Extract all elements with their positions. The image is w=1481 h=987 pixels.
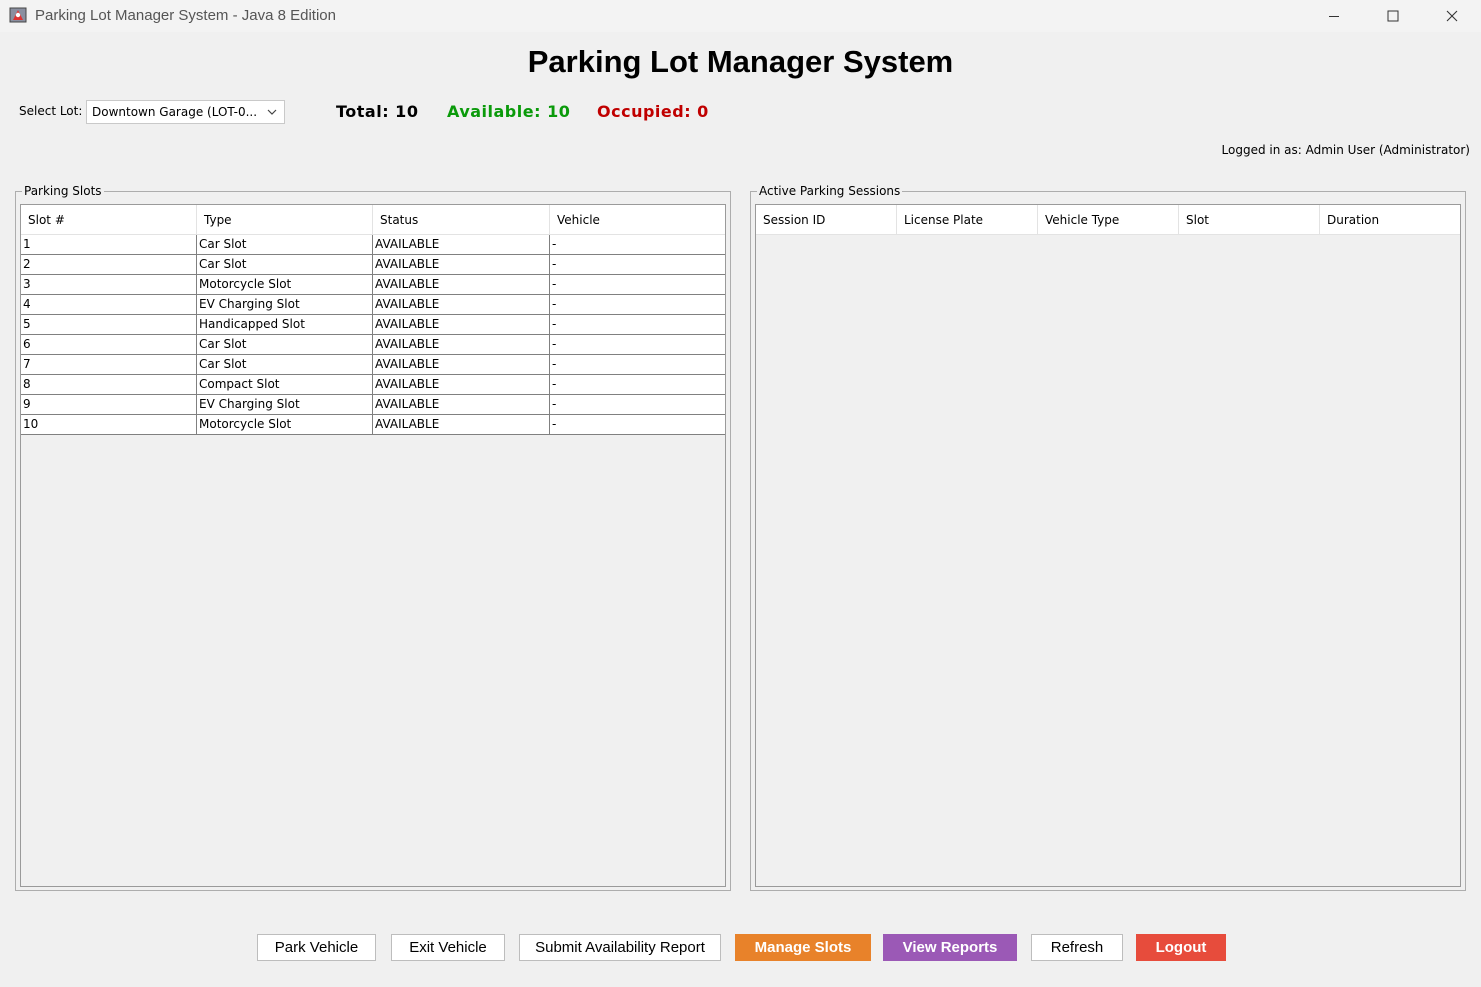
logged-in-user: Logged in as: Admin User (Administrator) (1221, 143, 1470, 157)
manage-slots-button[interactable]: Manage Slots (735, 934, 871, 961)
table-cell: 2 (21, 255, 197, 274)
column-header[interactable]: License Plate (897, 205, 1038, 235)
table-cell: - (550, 295, 725, 314)
table-cell: - (550, 335, 725, 354)
table-cell: - (550, 395, 725, 414)
column-header[interactable]: Slot # (21, 205, 197, 235)
minimize-button[interactable] (1305, 0, 1363, 32)
table-cell: - (550, 415, 725, 434)
table-row[interactable]: 5 Handicapped Slot AVAILABLE - (21, 315, 725, 335)
table-row[interactable]: 3 Motorcycle Slot AVAILABLE - (21, 275, 725, 295)
refresh-button[interactable]: Refresh (1031, 934, 1123, 961)
minimize-icon (1329, 16, 1339, 17)
available-count: Available: 10 (447, 102, 571, 121)
table-cell: EV Charging Slot (197, 395, 373, 414)
table-row[interactable]: 10 Motorcycle Slot AVAILABLE - (21, 415, 725, 435)
table-cell: Motorcycle Slot (197, 275, 373, 294)
table-cell: - (550, 375, 725, 394)
maximize-icon (1387, 10, 1399, 22)
active-sessions-title: Active Parking Sessions (757, 183, 903, 199)
table-cell: AVAILABLE (373, 355, 550, 374)
table-body: 1 Car Slot AVAILABLE -2 Car Slot AVAILABLE -3 M… (21, 235, 725, 435)
close-button[interactable] (1423, 0, 1481, 32)
column-header[interactable]: Status (373, 205, 550, 235)
parking-slots-table[interactable]: Slot # Type Status Vehicle 1 Car Slot AVAI… (20, 204, 726, 887)
table-cell: AVAILABLE (373, 415, 550, 434)
table-cell: Handicapped Slot (197, 315, 373, 334)
column-header[interactable]: Duration (1320, 205, 1460, 235)
table-cell: Car Slot (197, 235, 373, 254)
table-row[interactable]: 7 Car Slot AVAILABLE - (21, 355, 725, 375)
table-cell: - (550, 315, 725, 334)
table-cell: 9 (21, 395, 197, 414)
column-header[interactable]: Session ID (756, 205, 897, 235)
exit-vehicle-button[interactable]: Exit Vehicle (391, 934, 505, 961)
chevron-down-icon (266, 106, 278, 118)
table-cell: Compact Slot (197, 375, 373, 394)
table-cell: AVAILABLE (373, 395, 550, 414)
logout-button[interactable]: Logout (1136, 934, 1226, 961)
table-cell: Car Slot (197, 355, 373, 374)
table-cell: - (550, 235, 725, 254)
column-header[interactable]: Type (197, 205, 373, 235)
parking-slots-panel: Parking Slots Slot # Type Status Vehicle… (15, 183, 731, 891)
table-cell: 7 (21, 355, 197, 374)
table-cell: Motorcycle Slot (197, 415, 373, 434)
table-row[interactable]: 8 Compact Slot AVAILABLE - (21, 375, 725, 395)
table-cell: Car Slot (197, 335, 373, 354)
maximize-button[interactable] (1364, 0, 1422, 32)
table-cell: AVAILABLE (373, 375, 550, 394)
occupied-count: Occupied: 0 (597, 102, 709, 121)
table-cell: AVAILABLE (373, 295, 550, 314)
close-icon (1446, 10, 1458, 22)
active-sessions-panel: Active Parking Sessions Session ID Licen… (750, 183, 1466, 891)
table-cell: 6 (21, 335, 197, 354)
table-cell: - (550, 275, 725, 294)
table-cell: 10 (21, 415, 197, 434)
table-row[interactable]: 9 EV Charging Slot AVAILABLE - (21, 395, 725, 415)
window-title: Parking Lot Manager System - Java 8 Edit… (35, 7, 336, 24)
table-cell: Car Slot (197, 255, 373, 274)
table-cell: 5 (21, 315, 197, 334)
select-lot-label: Select Lot: (19, 104, 83, 118)
table-cell: AVAILABLE (373, 275, 550, 294)
table-row[interactable]: 6 Car Slot AVAILABLE - (21, 335, 725, 355)
submit-availability-report-button[interactable]: Submit Availability Report (519, 934, 721, 961)
lot-select-value: Downtown Garage (LOT-0... (92, 105, 258, 119)
table-cell: 1 (21, 235, 197, 254)
park-vehicle-button[interactable]: Park Vehicle (257, 934, 376, 961)
table-cell: 8 (21, 375, 197, 394)
lot-select-dropdown[interactable]: Downtown Garage (LOT-0... (86, 100, 285, 124)
column-header[interactable]: Vehicle Type (1038, 205, 1179, 235)
table-cell: AVAILABLE (373, 255, 550, 274)
table-cell: - (550, 255, 725, 274)
page-title: Parking Lot Manager System (527, 44, 954, 79)
column-header[interactable]: Slot (1179, 205, 1320, 235)
table-cell: EV Charging Slot (197, 295, 373, 314)
table-row[interactable]: 2 Car Slot AVAILABLE - (21, 255, 725, 275)
table-cell: AVAILABLE (373, 235, 550, 254)
table-header: Slot # Type Status Vehicle (21, 205, 725, 235)
column-header[interactable]: Vehicle (550, 205, 725, 235)
table-cell: AVAILABLE (373, 315, 550, 334)
table-row[interactable]: 4 EV Charging Slot AVAILABLE - (21, 295, 725, 315)
view-reports-button[interactable]: View Reports (883, 934, 1017, 961)
table-row[interactable]: 1 Car Slot AVAILABLE - (21, 235, 725, 255)
table-header: Session ID License Plate Vehicle Type Sl… (756, 205, 1460, 235)
parking-slots-title: Parking Slots (22, 183, 104, 199)
table-cell: 4 (21, 295, 197, 314)
table-cell: AVAILABLE (373, 335, 550, 354)
window-titlebar: Parking Lot Manager System - Java 8 Edit… (0, 0, 1481, 32)
total-count: Total: 10 (336, 102, 419, 121)
java-app-icon (9, 6, 29, 24)
table-cell: - (550, 355, 725, 374)
active-sessions-table[interactable]: Session ID License Plate Vehicle Type Sl… (755, 204, 1461, 887)
table-cell: 3 (21, 275, 197, 294)
